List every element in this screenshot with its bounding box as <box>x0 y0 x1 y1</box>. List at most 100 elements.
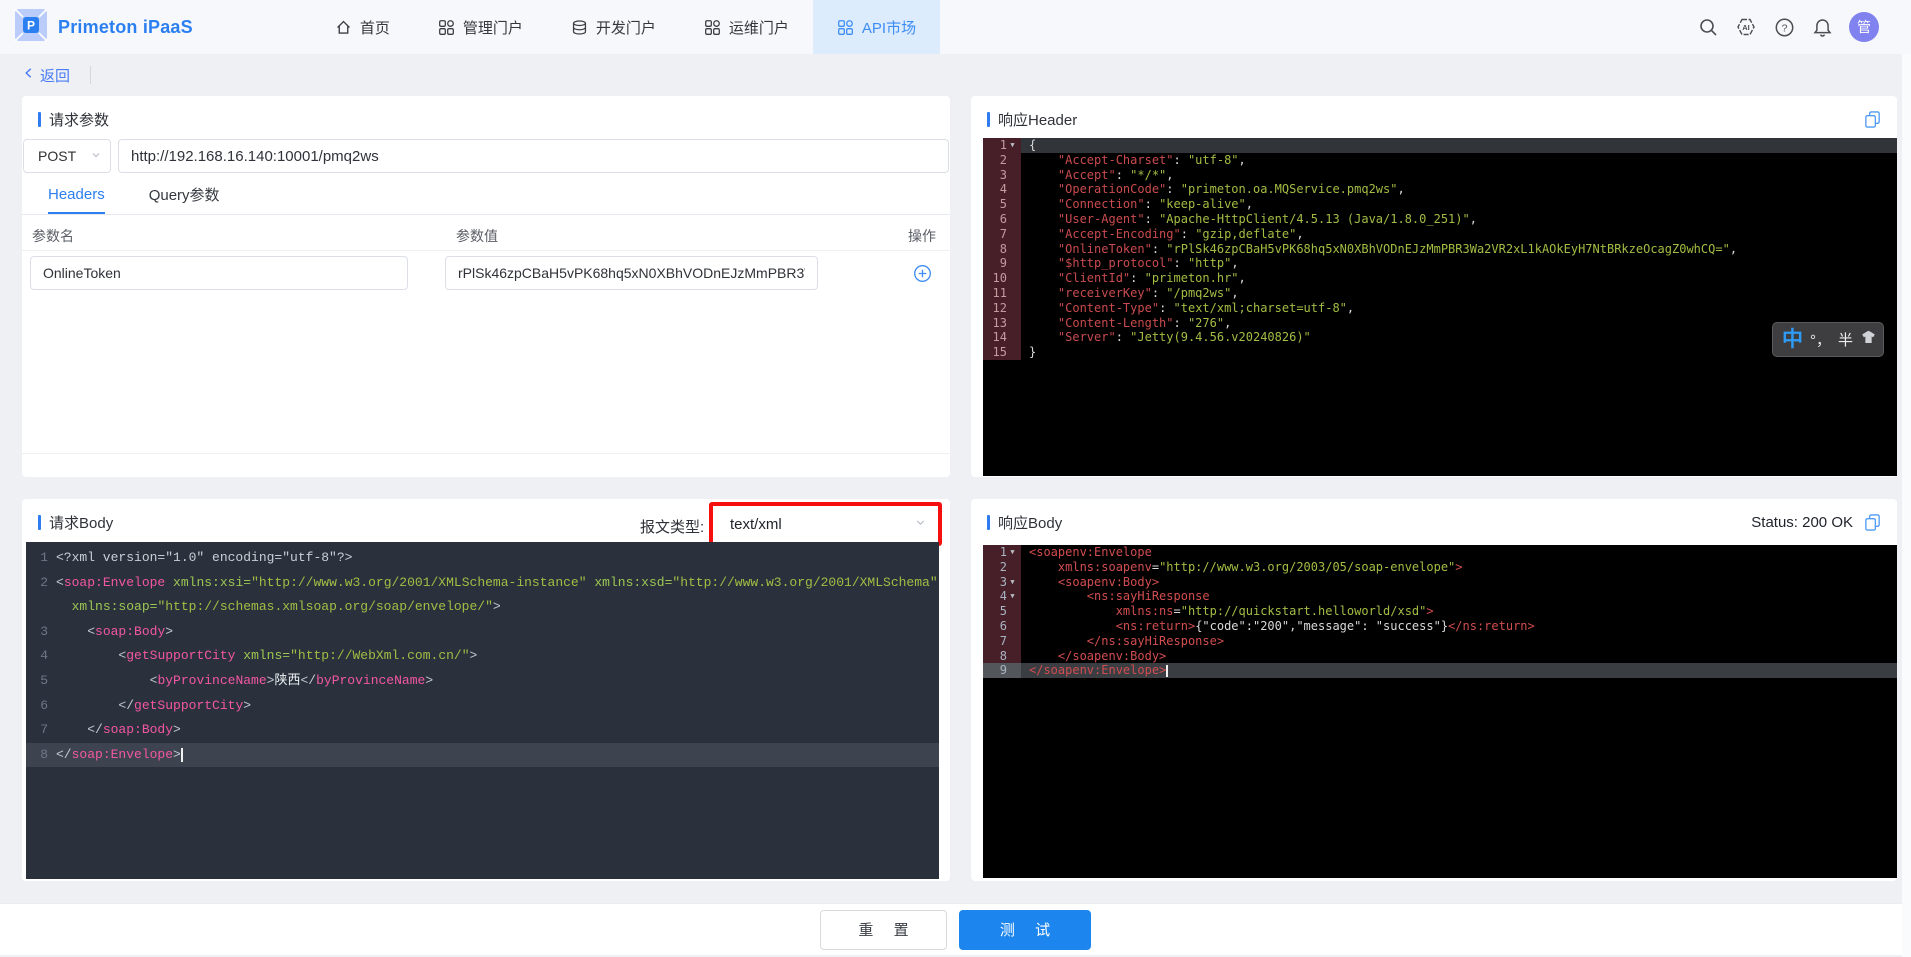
copy-icon[interactable] <box>1863 513 1883 533</box>
body-type-label: 报文类型: <box>640 519 705 536</box>
code-line: 2 xmlns:soapenv="http://www.w3.org/2003/… <box>983 559 1897 575</box>
code-line: 8 </soap:Envelope> <box>26 742 939 768</box>
param-name-input[interactable] <box>30 256 408 290</box>
chevron-left-icon <box>22 66 36 84</box>
param-table-header: 参数名 参数值 操作 <box>22 217 950 251</box>
tab-query-params[interactable]: Query参数 <box>149 184 220 214</box>
param-value-input[interactable] <box>445 256 818 290</box>
main-nav: 首页 管理门户 开发门户 运维门户 API市场 <box>311 0 941 54</box>
help-icon[interactable]: ? <box>1773 16 1795 38</box>
back-button[interactable]: 返回 <box>22 65 70 86</box>
title-accent-bar <box>38 112 41 127</box>
url-input[interactable] <box>118 139 949 173</box>
top-navbar: P Primeton iPaaS 首页 管理门户 开发门户 运维门户 API市场… <box>0 0 1911 54</box>
back-label: 返回 <box>40 67 71 85</box>
panel-title-text: 请求参数 <box>49 112 110 129</box>
ime-status-bar: 中 °， 半 <box>1772 322 1884 357</box>
divider <box>22 453 950 454</box>
user-avatar[interactable]: 管 <box>1849 12 1879 42</box>
response-header-editor[interactable]: 1 ▼{2 "Accept-Charset": "utf-8", 3 "Accept… <box>983 138 1897 476</box>
response-body-panel: 响应Body Status: 200 OK 1 ▼ <soapenv:Envelop… <box>971 499 1897 881</box>
param-tabs: Headers Query参数 <box>22 184 950 215</box>
method-value: POST <box>38 148 77 164</box>
ime-punctuation-icon: °， <box>1810 332 1831 349</box>
code-line: 12 "Content-Type": "text/xml;charset=utf… <box>983 300 1897 316</box>
tab-headers[interactable]: Headers <box>48 186 105 214</box>
nav-item-dev-portal[interactable]: 开发门户 <box>547 0 680 54</box>
nav-label: 运维门户 <box>728 19 789 37</box>
code-line: 9 "$http_protocol": "http", <box>983 256 1897 272</box>
copy-icon[interactable] <box>1863 110 1883 130</box>
response-header-panel: 响应Header 1 ▼{2 "Accept-Charset": "utf-8",… <box>971 96 1897 477</box>
search-icon[interactable] <box>1697 16 1719 38</box>
apps-grid-icon <box>704 19 721 36</box>
request-params-panel: 请求参数 POST Headers Query参数 参数名 参数值 操作 <box>22 96 950 477</box>
ime-skin-icon <box>1860 329 1877 350</box>
nav-label: 开发门户 <box>595 19 656 37</box>
code-line: 2 <soap:Envelope xmlns:xsi="http://www.w3… <box>40 574 938 590</box>
stack-icon <box>571 19 588 36</box>
column-header-operation: 操作 <box>908 228 936 244</box>
nav-item-api-market[interactable]: API市场 <box>812 0 941 54</box>
code-line: 3 ▼ <soapenv:Body> <box>983 574 1897 590</box>
page-scrollbar[interactable] <box>1902 54 1911 957</box>
code-line: 6 "User-Agent": "Apache-HttpClient/4.5.1… <box>983 211 1897 227</box>
panel-title-text: 响应Body <box>998 515 1063 532</box>
code-line: 2 "Accept-Charset": "utf-8", <box>983 152 1897 168</box>
panel-title: 请求参数 <box>38 109 109 130</box>
code-line: 3 "Accept": "*/*", <box>983 167 1897 183</box>
add-param-icon[interactable] <box>913 264 932 283</box>
breadcrumb: 返回 <box>22 60 92 90</box>
code-line: 3 <soap:Body> <box>40 623 174 639</box>
code-line: 11 "receiverKey": "/pmq2ws", <box>983 285 1897 301</box>
panel-title: 响应Body <box>987 512 1062 533</box>
nav-label: 首页 <box>359 19 390 37</box>
code-line: 6 <ns:return>{"code":"200","message": "s… <box>983 618 1897 634</box>
code-line: 5 xmlns:ns="http://quickstart.helloworld… <box>983 604 1897 619</box>
request-body-panel: 请求Body 报文类型: text/xml 1 <?xml version="1.… <box>22 499 950 881</box>
ime-chinese-mode-icon: 中 <box>1782 328 1803 351</box>
code-line: 13 "Content-Length": "276", <box>983 315 1897 331</box>
panel-title: 响应Header <box>987 109 1077 130</box>
body-type-highlight-box: text/xml <box>709 502 942 546</box>
code-line: 5 "Connection": "keep-alive", <box>983 197 1897 212</box>
panel-title-text: 请求Body <box>49 515 114 532</box>
code-line: 8 </soapenv:Body> <box>983 648 1897 664</box>
ai-icon[interactable]: AI <box>1735 16 1757 38</box>
code-line: 4 <getSupportCity xmlns="http://WebXml.c… <box>40 648 478 664</box>
brand[interactable]: P Primeton iPaaS <box>14 7 193 47</box>
nav-label: API市场 <box>861 19 917 37</box>
navbar-actions: AI ? 管 <box>1697 12 1879 42</box>
column-header-value: 参数值 <box>456 228 498 244</box>
bell-icon[interactable] <box>1811 16 1833 38</box>
nav-item-ops-portal[interactable]: 运维门户 <box>680 0 813 54</box>
code-line: 7 </soap:Body> <box>40 722 181 738</box>
apps-grid-icon <box>438 19 455 36</box>
title-accent-bar <box>38 515 41 530</box>
code-line: 1 <?xml version="1.0" encoding="utf-8"?> <box>40 550 353 565</box>
body-type-select[interactable]: text/xml <box>714 507 937 541</box>
request-body-editor[interactable]: 1 <?xml version="1.0" encoding="utf-8"?> 2… <box>26 542 939 879</box>
method-select[interactable]: POST <box>23 139 111 173</box>
panel-title-text: 响应Header <box>998 112 1078 129</box>
nav-item-home[interactable]: 首页 <box>311 0 414 54</box>
test-button[interactable]: 测 试 <box>959 909 1091 950</box>
svg-text:AI: AI <box>1742 23 1750 32</box>
nav-item-admin-portal[interactable]: 管理门户 <box>414 0 547 54</box>
svg-text:P: P <box>27 18 35 32</box>
code-line: 1 ▼ <soapenv:Envelope <box>983 545 1897 560</box>
code-line: 6 </getSupportCity> <box>40 697 252 713</box>
chevron-down-icon <box>914 516 927 533</box>
code-line: 10 "ClientId": "primeton.hr", <box>983 271 1897 286</box>
code-line: 9 </soapenv:Envelope> <box>983 663 1897 679</box>
ime-halfwidth-icon: 半 <box>1838 332 1854 349</box>
status-badge: Status: 200 OK <box>1751 514 1853 531</box>
response-body-editor[interactable]: 1 ▼ <soapenv:Envelope 2 xmlns:soapenv="http… <box>983 545 1897 878</box>
action-bar: 重 置 测 试 <box>0 903 1911 955</box>
column-header-name: 参数名 <box>32 228 74 244</box>
code-line: 7 "Accept-Encoding": "gzip,deflate", <box>983 226 1897 242</box>
title-accent-bar <box>987 515 990 530</box>
reset-button[interactable]: 重 置 <box>820 909 947 950</box>
code-line: 1 ▼{ <box>983 138 1897 153</box>
title-accent-bar <box>987 112 990 127</box>
